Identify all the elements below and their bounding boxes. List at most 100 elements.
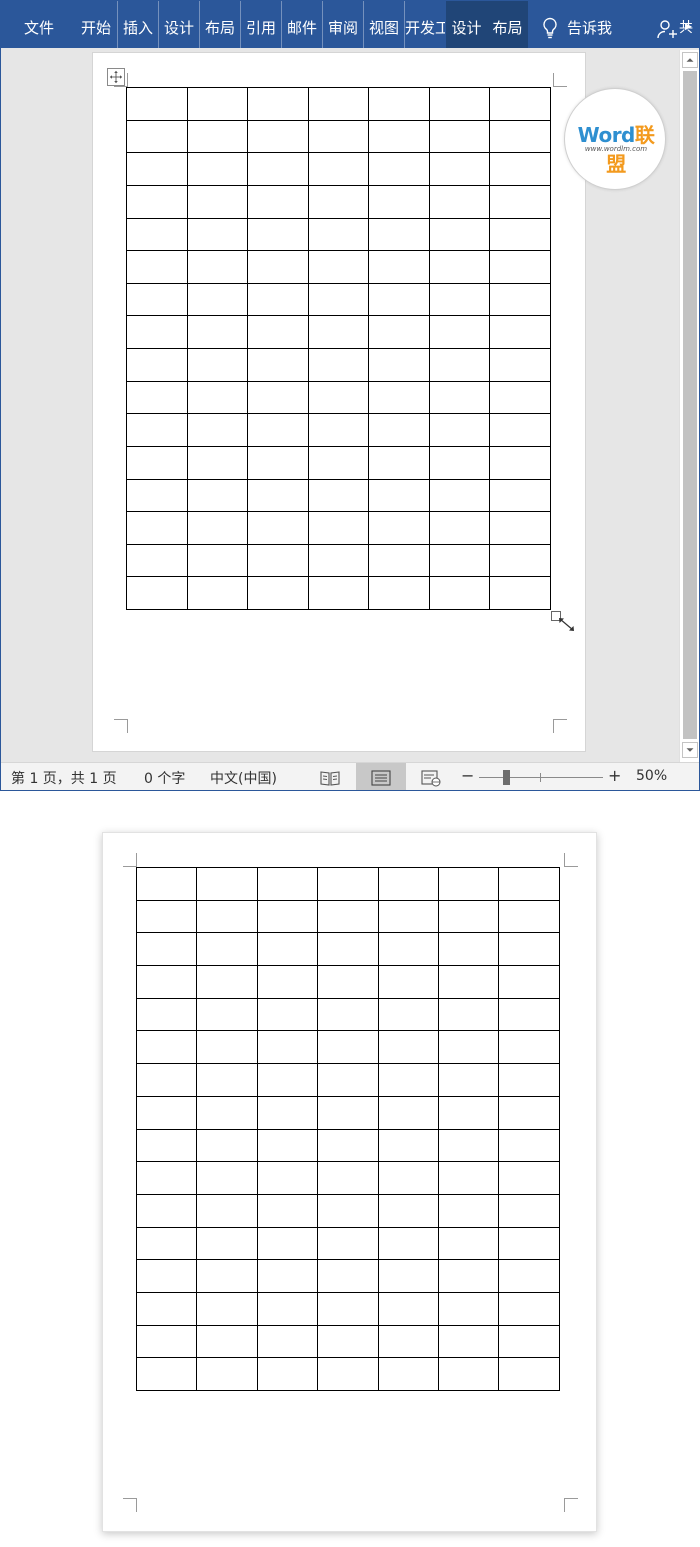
table-cell[interactable] xyxy=(489,315,551,349)
table-cell[interactable] xyxy=(368,315,430,349)
table-cell[interactable] xyxy=(368,445,430,480)
scrollbar-thumb[interactable] xyxy=(683,71,697,739)
table-cell[interactable] xyxy=(186,217,248,252)
table-cell[interactable] xyxy=(247,445,309,480)
table-cell[interactable] xyxy=(489,87,551,121)
table-cell[interactable] xyxy=(489,152,551,186)
tell-me-search[interactable]: 告诉我 xyxy=(567,1,612,48)
table-cell[interactable] xyxy=(489,478,551,513)
table-cell[interactable] xyxy=(247,119,309,154)
table-cell[interactable] xyxy=(428,250,490,284)
table-cell[interactable] xyxy=(368,282,430,317)
table-cell[interactable] xyxy=(428,315,490,349)
tab-table-design[interactable]: 设计 xyxy=(446,1,487,48)
zoom-slider-track[interactable] xyxy=(479,777,603,778)
table-cell[interactable] xyxy=(126,413,188,447)
table-cell[interactable] xyxy=(247,184,309,219)
table-cell[interactable] xyxy=(368,184,430,219)
table-cell[interactable] xyxy=(368,217,430,252)
table-cell[interactable] xyxy=(489,348,551,382)
tab-view[interactable]: 视图 xyxy=(363,1,404,48)
table-cell[interactable] xyxy=(247,87,309,121)
tab-references[interactable]: 引用 xyxy=(240,1,281,48)
table-cell[interactable] xyxy=(307,152,369,186)
table-cell[interactable] xyxy=(186,543,248,578)
tab-review[interactable]: 审阅 xyxy=(322,1,363,48)
table-cell[interactable] xyxy=(247,152,309,186)
document-table[interactable] xyxy=(126,87,551,610)
vertical-scrollbar[interactable] xyxy=(679,50,699,762)
table-cell[interactable] xyxy=(126,511,188,545)
print-layout-button[interactable] xyxy=(356,763,406,790)
table-cell[interactable] xyxy=(307,217,369,252)
word-count[interactable]: 0 个字 xyxy=(144,768,185,788)
table-cell[interactable] xyxy=(307,184,369,219)
table-cell[interactable] xyxy=(186,152,248,186)
table-cell[interactable] xyxy=(307,413,369,447)
table-cell[interactable] xyxy=(126,315,188,349)
table-cell[interactable] xyxy=(428,87,490,121)
zoom-slider-thumb[interactable] xyxy=(503,770,510,785)
table-cell[interactable] xyxy=(247,250,309,284)
tab-design[interactable]: 设计 xyxy=(158,1,199,48)
zoom-out-button[interactable]: − xyxy=(461,766,474,785)
table-cell[interactable] xyxy=(126,217,188,252)
table-cell[interactable] xyxy=(428,511,490,545)
table-cell[interactable] xyxy=(368,119,430,154)
language-indicator[interactable]: 中文(中国) xyxy=(210,768,277,788)
table-cell[interactable] xyxy=(186,282,248,317)
table-cell[interactable] xyxy=(186,250,248,284)
table-cell[interactable] xyxy=(428,478,490,513)
table-cell[interactable] xyxy=(307,250,369,284)
table-cell[interactable] xyxy=(307,315,369,349)
table-cell[interactable] xyxy=(368,87,430,121)
scroll-up-icon[interactable] xyxy=(682,52,698,68)
table-cell[interactable] xyxy=(368,348,430,382)
table-cell[interactable] xyxy=(247,315,309,349)
table-cell[interactable] xyxy=(126,184,188,219)
table-cell[interactable] xyxy=(368,576,430,610)
table-cell[interactable] xyxy=(247,348,309,382)
table-cell[interactable] xyxy=(247,380,309,415)
table-cell[interactable] xyxy=(489,543,551,578)
web-layout-icon[interactable] xyxy=(420,769,442,787)
zoom-level[interactable]: 50% xyxy=(636,768,667,784)
lightbulb-icon[interactable] xyxy=(541,17,559,39)
table-cell[interactable] xyxy=(489,250,551,284)
table-cell[interactable] xyxy=(428,445,490,480)
table-cell[interactable] xyxy=(307,87,369,121)
page-count[interactable]: 第 1 页，共 1 页 xyxy=(11,768,117,788)
table-cell[interactable] xyxy=(368,250,430,284)
table-cell[interactable] xyxy=(126,282,188,317)
table-cell[interactable] xyxy=(428,282,490,317)
table-cell[interactable] xyxy=(247,511,309,545)
table-cell[interactable] xyxy=(126,380,188,415)
table-cell[interactable] xyxy=(428,152,490,186)
table-cell[interactable] xyxy=(428,576,490,610)
table-cell[interactable] xyxy=(489,282,551,317)
table-cell[interactable] xyxy=(489,217,551,252)
table-cell[interactable] xyxy=(307,348,369,382)
read-mode-icon[interactable] xyxy=(319,769,341,787)
table-cell[interactable] xyxy=(368,152,430,186)
table-cell[interactable] xyxy=(126,543,188,578)
table-cell[interactable] xyxy=(489,445,551,480)
table-cell[interactable] xyxy=(428,413,490,447)
table-cell[interactable] xyxy=(126,348,188,382)
table-cell[interactable] xyxy=(186,413,248,447)
table-cell[interactable] xyxy=(186,348,248,382)
table-cell[interactable] xyxy=(186,511,248,545)
table-cell[interactable] xyxy=(489,511,551,545)
table-cell[interactable] xyxy=(186,478,248,513)
table-cell[interactable] xyxy=(368,413,430,447)
table-cell[interactable] xyxy=(428,543,490,578)
tab-file[interactable]: 文件 xyxy=(9,1,69,48)
table-cell[interactable] xyxy=(368,543,430,578)
tab-table-layout[interactable]: 布局 xyxy=(487,1,528,48)
table-cell[interactable] xyxy=(428,380,490,415)
scroll-down-icon[interactable] xyxy=(682,742,698,758)
table-cell[interactable] xyxy=(126,478,188,513)
table-cell[interactable] xyxy=(489,184,551,219)
table-cell[interactable] xyxy=(307,380,369,415)
tab-layout[interactable]: 布局 xyxy=(199,1,240,48)
